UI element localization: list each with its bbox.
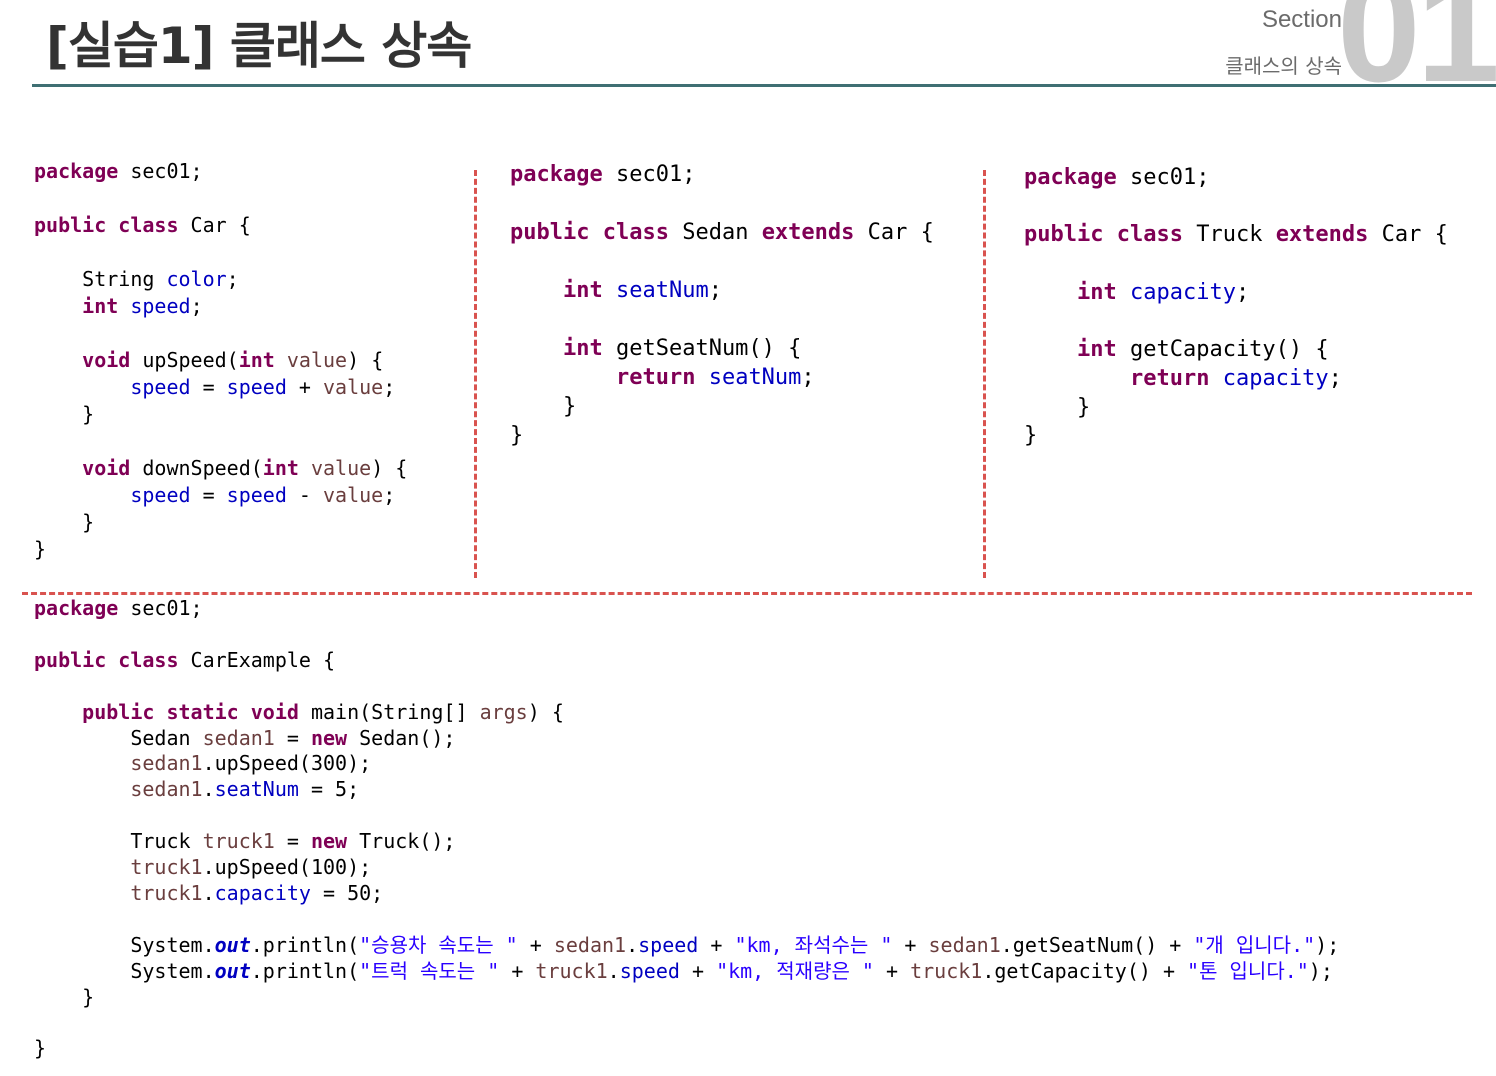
code-line: void upSpeed(int value) { — [82, 348, 384, 372]
code-line: public class CarExample { — [34, 647, 336, 672]
code-line: int getSeatNum() { — [562, 336, 802, 361]
code-line: public static void main(String[] args) { — [82, 699, 564, 724]
code-line: } — [1024, 423, 1038, 449]
code-line: return seatNum; — [615, 365, 815, 390]
code-line: System.out.println("승용차 속도는 " + sedan1.s… — [34, 932, 1340, 957]
code-line: int getCapacity() { — [1076, 337, 1329, 363]
code-line: } — [34, 984, 95, 1009]
code-line: } — [34, 510, 95, 534]
code-line: sedan1.seatNum = 5; — [130, 777, 360, 802]
code-line: truck1.capacity = 50; — [130, 880, 384, 905]
row-divider — [22, 592, 1472, 595]
code-block-truck: package sec01; public class Truck extends… — [1024, 164, 1448, 451]
code-line: int speed; — [82, 294, 203, 318]
code-line: return capacity; — [1129, 365, 1342, 391]
code-line: } — [510, 394, 577, 419]
code-block-car: package sec01; public class Car { String … — [34, 158, 407, 563]
code-line: } — [34, 537, 47, 561]
code-block-sedan: package sec01; public class Sedan extends… — [510, 160, 934, 450]
code-line: void downSpeed(int value) { — [82, 456, 408, 480]
code-line: speed = speed - value; — [130, 483, 396, 507]
code-line: } — [34, 1036, 47, 1061]
code-line: } — [34, 402, 95, 426]
code-line: int capacity; — [1076, 279, 1250, 305]
code-line: package sec01; — [34, 159, 203, 183]
code-line: System.out.println("트럭 속도는 " + truck1.sp… — [34, 958, 1333, 983]
column-divider-2 — [983, 170, 986, 578]
section-label: Section — [1261, 6, 1342, 33]
column-divider-1 — [474, 170, 477, 578]
code-line: package sec01; — [510, 162, 696, 187]
code-line: } — [1024, 394, 1091, 420]
code-line: Truck truck1 = new Truck(); — [34, 829, 456, 854]
code-line: Sedan sedan1 = new Sedan(); — [34, 725, 456, 750]
code-block-car-example: package sec01; public class CarExample { … — [34, 596, 1339, 1062]
header-divider — [32, 84, 1496, 87]
code-line: package sec01; — [34, 596, 203, 620]
code-line: public class Sedan extends Car { — [510, 220, 934, 245]
code-line: int seatNum; — [562, 278, 722, 303]
slide-title: [실습1] 클래스 상속 — [46, 17, 472, 75]
section-subtitle: 클래스의 상속 — [1225, 54, 1342, 78]
code-line: speed = speed + value; — [130, 375, 396, 399]
code-line: truck1.upSpeed(100); — [130, 855, 372, 880]
code-line: public class Truck extends Car { — [1024, 222, 1448, 248]
code-line: public class Car { — [34, 213, 251, 237]
code-line: sedan1.upSpeed(300); — [130, 751, 372, 776]
code-line: String color; — [34, 267, 239, 291]
code-line: } — [510, 423, 524, 448]
section-number: 01 — [1337, 0, 1496, 113]
code-line: package sec01; — [1024, 165, 1210, 190]
